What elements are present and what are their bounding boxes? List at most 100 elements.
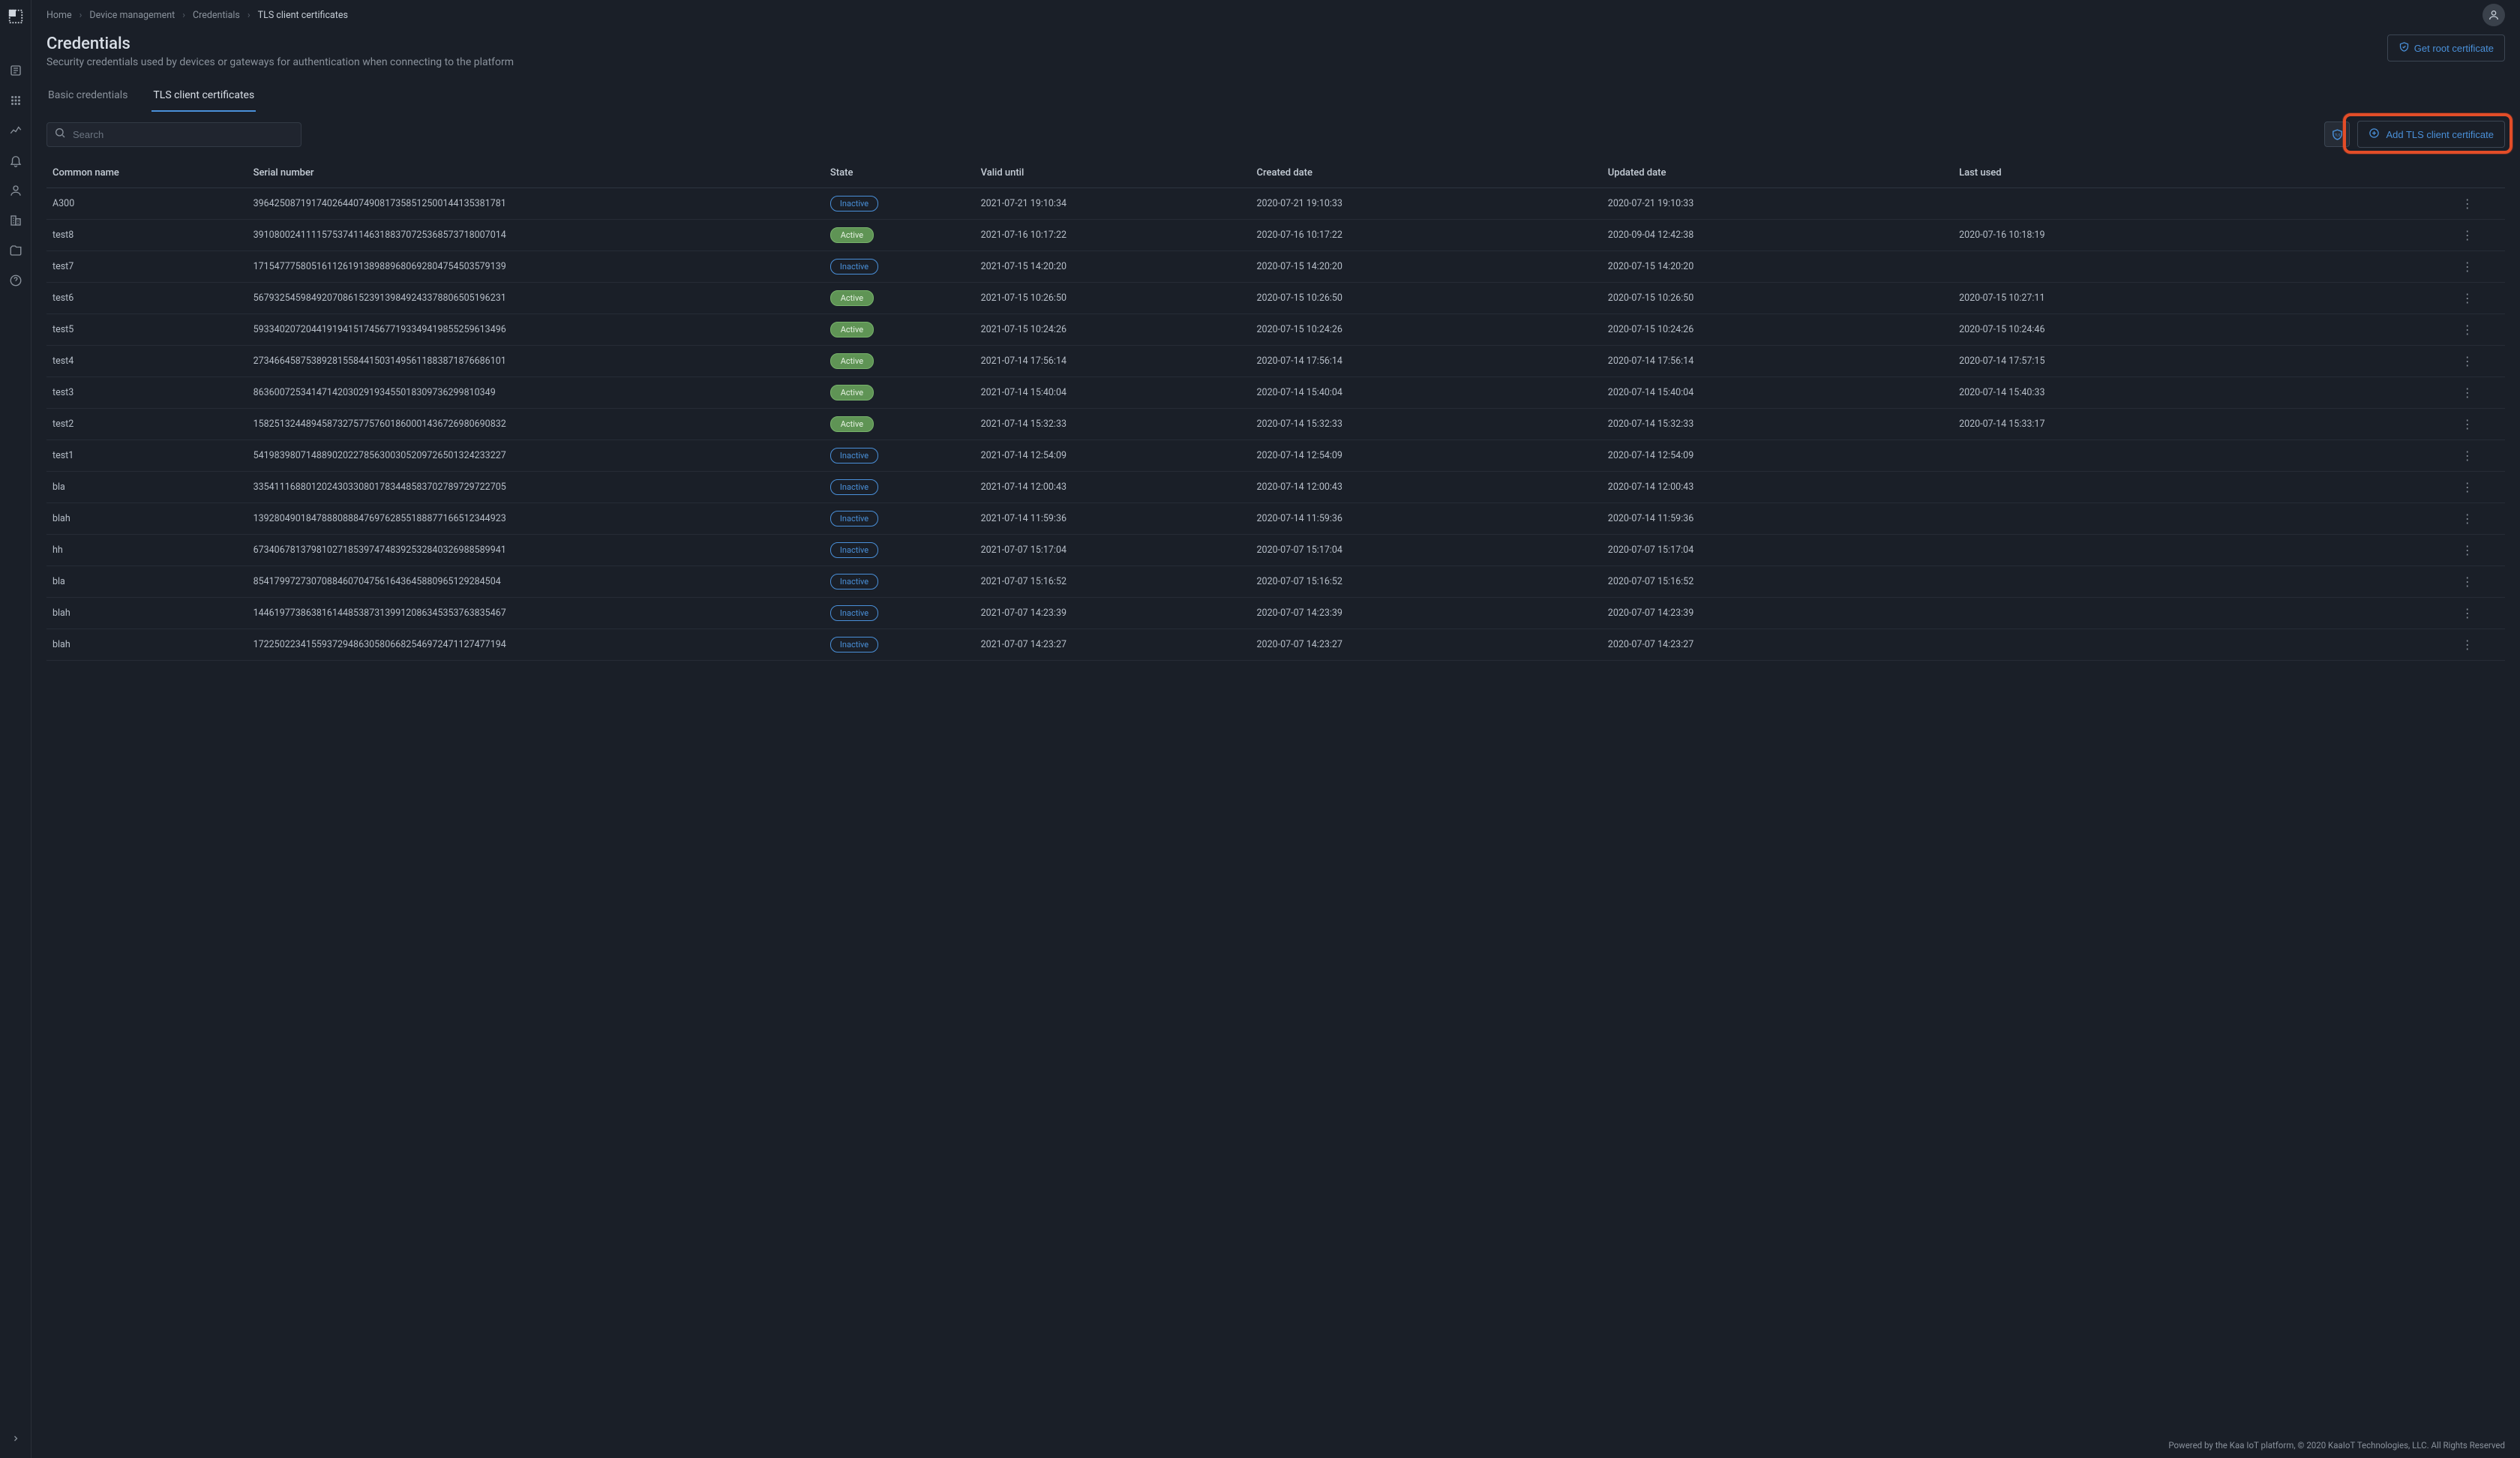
sidebar-item-alerts[interactable] — [0, 146, 32, 176]
cell-created: 2020-07-16 10:17:22 — [1251, 220, 1602, 251]
cell-created: 2020-07-15 10:24:26 — [1251, 314, 1602, 346]
cell-valid: 2021-07-14 12:00:43 — [975, 472, 1251, 503]
cell-last — [1953, 598, 2430, 629]
sidebar-item-user[interactable] — [0, 176, 32, 206]
cell-last: 2020-07-15 10:27:11 — [1953, 283, 2430, 314]
table-row[interactable]: blah172250223415593729486305806682546972… — [46, 629, 2505, 661]
cell-common: blah — [46, 503, 248, 535]
status-badge: Inactive — [830, 259, 878, 274]
cell-valid: 2021-07-07 14:23:27 — [975, 629, 1251, 661]
cell-valid: 2021-07-07 14:23:39 — [975, 598, 1251, 629]
th-updated[interactable]: Updated date — [1602, 158, 1953, 188]
th-serial[interactable]: Serial number — [248, 158, 824, 188]
cell-last — [1953, 566, 2430, 598]
cell-serial: 5419839807148890202278563003052097265013… — [248, 440, 824, 472]
cell-common: test8 — [46, 220, 248, 251]
cell-serial: 2734664587538928155844150314956118838718… — [248, 346, 824, 377]
cell-state: Active — [824, 409, 975, 440]
status-badge: Active — [830, 385, 874, 400]
row-menu-button[interactable]: ⋮ — [2430, 566, 2505, 598]
table-row[interactable]: test427346645875389281558441503149561188… — [46, 346, 2505, 377]
cell-created: 2020-07-14 11:59:36 — [1251, 503, 1602, 535]
add-tls-certificate-button[interactable]: Add TLS client certificate — [2357, 121, 2505, 148]
cell-state: Active — [824, 220, 975, 251]
cell-updated: 2020-07-07 15:17:04 — [1602, 535, 1953, 566]
search-input[interactable] — [46, 122, 302, 147]
cell-last — [1953, 440, 2430, 472]
cell-state: Inactive — [824, 629, 975, 661]
table-row[interactable]: test559334020720441919415174567719334941… — [46, 314, 2505, 346]
sidebar-item-analytics[interactable] — [0, 116, 32, 146]
row-menu-button[interactable]: ⋮ — [2430, 251, 2505, 283]
table-row[interactable]: bla8541799727307088460704756164364588096… — [46, 566, 2505, 598]
table-row[interactable]: bla3354111688012024303308017834485837027… — [46, 472, 2505, 503]
cell-common: blah — [46, 629, 248, 661]
sidebar-item-dashboard[interactable] — [0, 56, 32, 86]
cell-common: test2 — [46, 409, 248, 440]
cell-last — [1953, 503, 2430, 535]
table-row[interactable]: test717154777580516112619138988968069280… — [46, 251, 2505, 283]
table-row[interactable]: test656793254598492070861523913984924337… — [46, 283, 2505, 314]
sidebar-item-apps[interactable] — [0, 86, 32, 116]
table-row[interactable]: hh67340678137981027185397474839253284032… — [46, 535, 2505, 566]
security-settings-button[interactable]: TLS — [2324, 122, 2350, 147]
row-menu-button[interactable]: ⋮ — [2430, 503, 2505, 535]
row-menu-button[interactable]: ⋮ — [2430, 598, 2505, 629]
cell-common: hh — [46, 535, 248, 566]
status-badge: Inactive — [830, 479, 878, 495]
cell-common: test6 — [46, 283, 248, 314]
sidebar-item-help[interactable] — [0, 266, 32, 296]
table-row[interactable]: blah139280490184788808884769762855188877… — [46, 503, 2505, 535]
row-menu-button[interactable]: ⋮ — [2430, 535, 2505, 566]
row-menu-button[interactable]: ⋮ — [2430, 346, 2505, 377]
sidebar-item-org[interactable] — [0, 206, 32, 236]
table-row[interactable]: test154198398071488902022785630030520972… — [46, 440, 2505, 472]
cell-state: Inactive — [824, 598, 975, 629]
cell-last: 2020-07-14 15:40:33 — [1953, 377, 2430, 409]
status-badge: Inactive — [830, 448, 878, 464]
status-badge: Inactive — [830, 605, 878, 621]
row-menu-button[interactable]: ⋮ — [2430, 440, 2505, 472]
sidebar-item-files[interactable] — [0, 236, 32, 266]
table-row[interactable]: test839108002411115753741146318837072536… — [46, 220, 2505, 251]
row-menu-button[interactable]: ⋮ — [2430, 220, 2505, 251]
cell-updated: 2020-07-15 14:20:20 — [1602, 251, 1953, 283]
table-row[interactable]: test215825132448945873275775760186000143… — [46, 409, 2505, 440]
th-state[interactable]: State — [824, 158, 975, 188]
cell-created: 2020-07-15 10:26:50 — [1251, 283, 1602, 314]
logo-icon[interactable] — [7, 8, 25, 26]
cell-created: 2020-07-14 12:54:09 — [1251, 440, 1602, 472]
table-row[interactable]: test386360072534147142030291934550183097… — [46, 377, 2505, 409]
row-menu-button[interactable]: ⋮ — [2430, 409, 2505, 440]
tab[interactable]: Basic credentials — [46, 82, 129, 112]
breadcrumb-item[interactable]: Device management — [89, 10, 175, 21]
table-row[interactable]: blah144619773863816144853873139912086345… — [46, 598, 2505, 629]
breadcrumb-item[interactable]: TLS client certificates — [258, 10, 348, 21]
row-menu-button[interactable]: ⋮ — [2430, 629, 2505, 661]
cell-updated: 2020-09-04 12:42:38 — [1602, 220, 1953, 251]
th-created[interactable]: Created date — [1251, 158, 1602, 188]
tab[interactable]: TLS client certificates — [152, 82, 256, 112]
cell-updated: 2020-07-07 15:16:52 — [1602, 566, 1953, 598]
row-menu-button[interactable]: ⋮ — [2430, 472, 2505, 503]
table-row[interactable]: A300396425087191740264407490817358512500… — [46, 188, 2505, 220]
cell-last — [1953, 188, 2430, 220]
row-menu-button[interactable]: ⋮ — [2430, 377, 2505, 409]
cell-created: 2020-07-07 15:16:52 — [1251, 566, 1602, 598]
th-last[interactable]: Last used — [1953, 158, 2430, 188]
cell-state: Inactive — [824, 440, 975, 472]
user-avatar-button[interactable] — [2482, 4, 2505, 26]
certificates-table: Common name Serial number State Valid un… — [46, 158, 2505, 661]
row-menu-button[interactable]: ⋮ — [2430, 283, 2505, 314]
th-valid[interactable]: Valid until — [975, 158, 1251, 188]
cell-last — [1953, 472, 2430, 503]
get-root-certificate-button[interactable]: Get root certificate — [2387, 34, 2505, 62]
cell-updated: 2020-07-07 14:23:39 — [1602, 598, 1953, 629]
th-common[interactable]: Common name — [46, 158, 248, 188]
breadcrumb-item[interactable]: Home — [46, 10, 72, 21]
breadcrumb-item[interactable]: Credentials — [193, 10, 240, 21]
row-menu-button[interactable]: ⋮ — [2430, 188, 2505, 220]
sidebar-expand[interactable] — [0, 1428, 32, 1449]
row-menu-button[interactable]: ⋮ — [2430, 314, 2505, 346]
cell-last — [1953, 629, 2430, 661]
